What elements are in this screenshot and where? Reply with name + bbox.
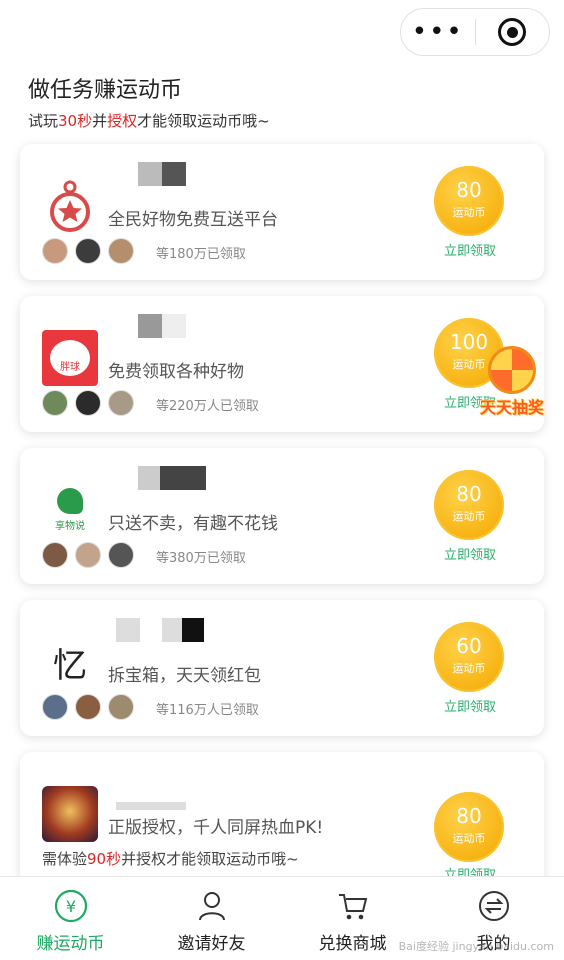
person-icon <box>198 892 225 921</box>
footer-note: 需体验90秒并授权才能领取运动币哦~ <box>42 850 299 868</box>
panda-logo-icon: 胖球 <box>42 330 98 386</box>
coin-value: 80 <box>456 178 482 202</box>
page-subtitle: 试玩30秒并授权才能领取运动币哦~ <box>28 112 270 130</box>
app-name-redacted <box>138 466 208 490</box>
target-icon <box>498 18 527 46</box>
avatar <box>75 542 101 568</box>
claimed-count: 等220万人已领取 <box>156 399 259 414</box>
app-name-redacted <box>116 618 236 642</box>
coin-reward: 60 运动币 <box>434 622 504 692</box>
coin-value: 80 <box>456 482 482 506</box>
coin-reward: 80 运动币 <box>434 470 504 540</box>
yi-logo-icon: 忆 <box>42 634 98 690</box>
lottery-badge[interactable]: 天天抽奖 <box>470 340 554 424</box>
task-desc: 只送不卖，有趣不花钱 <box>108 514 278 534</box>
cart-icon <box>338 894 367 920</box>
logo-text: 忆 <box>53 645 87 686</box>
avatar <box>75 694 101 720</box>
avatar-group <box>42 238 141 264</box>
coin-value: 80 <box>456 804 482 828</box>
profile-exchange-icon <box>478 891 509 921</box>
coin-reward: 80 运动币 <box>434 166 504 236</box>
close-button[interactable] <box>476 18 550 46</box>
claim-button[interactable]: 立即领取 <box>444 544 496 563</box>
coin-unit: 运动币 <box>452 662 486 675</box>
game-logo-icon <box>42 786 98 842</box>
prize-wheel-icon <box>488 346 536 394</box>
tab-earn[interactable]: ¥ 赚运动币 <box>0 877 141 960</box>
avatar-group <box>42 694 141 720</box>
avatar <box>108 694 134 720</box>
avatar <box>108 390 134 416</box>
coin-unit: 运动币 <box>452 206 486 219</box>
svg-text:¥: ¥ <box>65 897 75 916</box>
task-card[interactable]: 忆 拆宝箱，天天领红包 等116万人已领取 60 运动币 立即领取 <box>20 600 544 736</box>
avatar <box>75 390 101 416</box>
bottom-tab-bar: ¥ 赚运动币 邀请好友 兑换商城 我的 Bai度经验 jingyan.baidu… <box>0 876 564 960</box>
medal-logo-icon <box>50 180 90 232</box>
more-dots-icon[interactable]: ••• <box>401 8 475 56</box>
claimed-count: 等380万已领取 <box>156 551 246 566</box>
avatar <box>42 542 68 568</box>
page-title: 做任务赚运动币 <box>28 78 183 103</box>
logo-text: 胖球 <box>60 362 80 373</box>
watermark: Bai度经验 jingyan.baidu.com <box>398 940 554 953</box>
avatar-group <box>42 390 141 416</box>
coin-unit: 运动币 <box>452 832 486 845</box>
tab-label: 邀请好友 <box>177 934 246 954</box>
app-name-redacted <box>138 314 208 338</box>
coin-value: 60 <box>456 634 482 658</box>
coin-unit: 运动币 <box>452 510 486 523</box>
task-desc: 正版授权，千人同屏热血PK! <box>108 818 324 838</box>
avatar <box>108 238 134 264</box>
avatar-group <box>42 542 141 568</box>
gift-logo-icon: 享物说 <box>42 482 98 538</box>
claim-button[interactable]: 立即领取 <box>444 240 496 259</box>
app-name-redacted <box>116 802 186 810</box>
task-desc: 拆宝箱，天天领红包 <box>108 666 261 686</box>
claimed-count: 等116万人已领取 <box>156 703 259 718</box>
tab-label: 赚运动币 <box>36 934 105 954</box>
task-card[interactable]: 胖球 免费领取各种好物 等220万人已领取 100 运动币 立即领取 <box>20 296 544 432</box>
claim-button[interactable]: 立即领取 <box>444 696 496 715</box>
app-name-redacted <box>138 162 208 186</box>
task-desc: 全民好物免费互送平台 <box>108 210 278 230</box>
avatar <box>75 238 101 264</box>
logo-text: 享物说 <box>55 521 85 532</box>
avatar <box>42 694 68 720</box>
lottery-label: 天天抽奖 <box>479 398 544 417</box>
claimed-count: 等180万已领取 <box>156 247 246 262</box>
task-desc: 免费领取各种好物 <box>108 362 244 382</box>
tab-invite[interactable]: 邀请好友 <box>141 877 282 960</box>
task-card[interactable]: 享物说 只送不卖，有趣不花钱 等380万已领取 80 运动币 立即领取 <box>20 448 544 584</box>
coin-reward: 80 运动币 <box>434 792 504 862</box>
mini-program-capsule: ••• <box>400 8 550 56</box>
avatar <box>42 390 68 416</box>
yen-coin-icon: ¥ <box>54 889 87 923</box>
avatar <box>108 542 134 568</box>
avatar <box>42 238 68 264</box>
task-card[interactable]: 全民好物免费互送平台 等180万已领取 80 运动币 立即领取 <box>20 144 544 280</box>
